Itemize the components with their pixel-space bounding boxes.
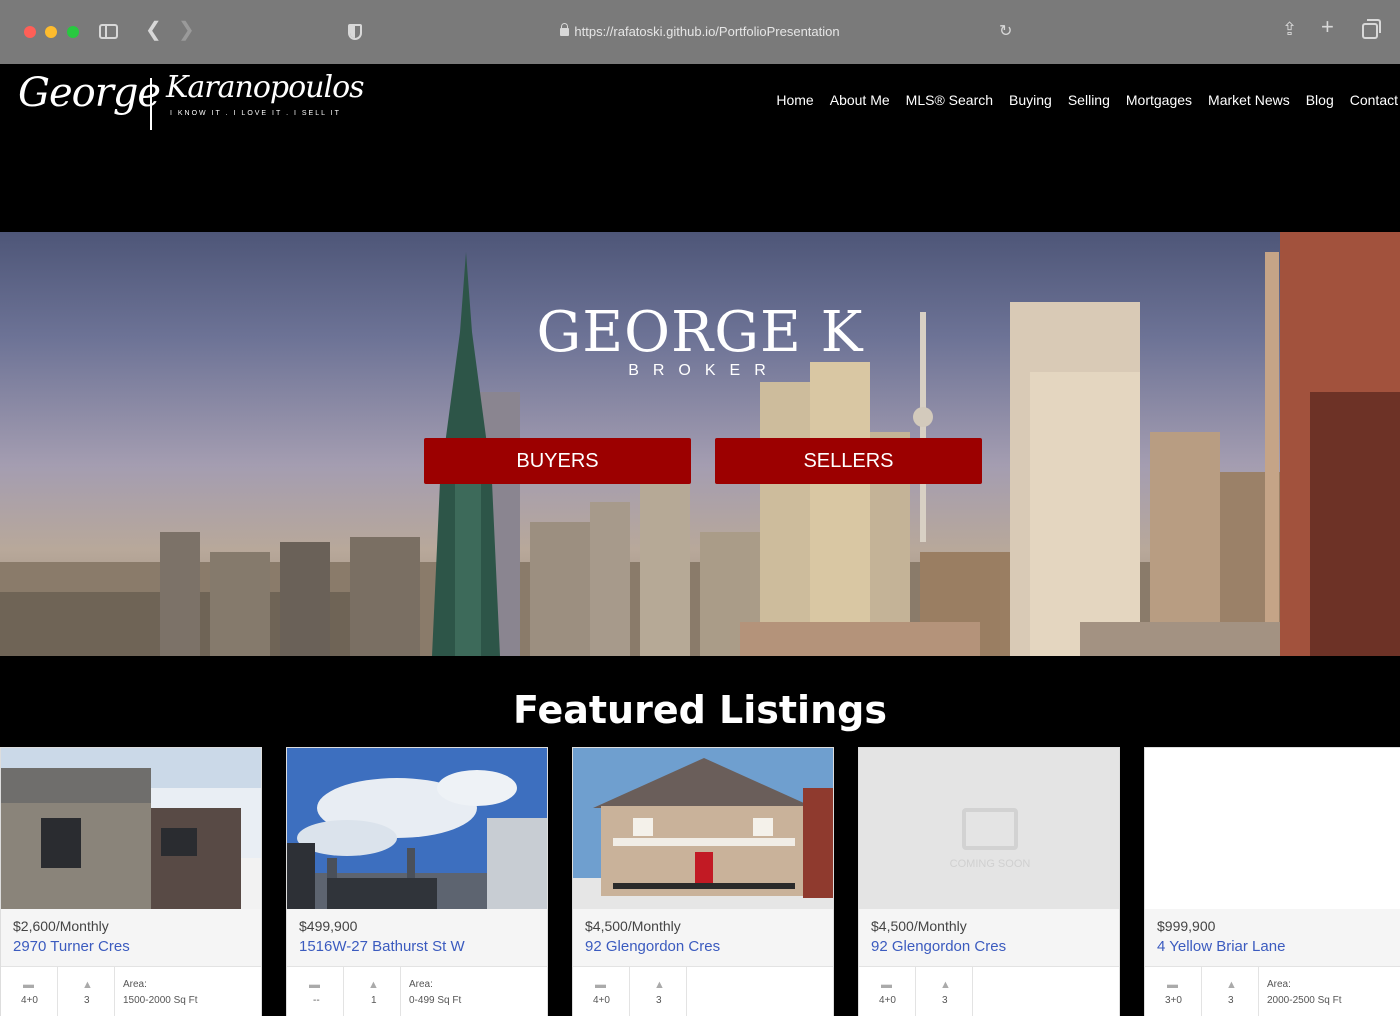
listing-price: $4,500/Monthly (585, 918, 681, 934)
beds-stat: ▬ -- (287, 967, 344, 1016)
logo-tagline: I KNOW IT . I LOVE IT . I SELL IT (170, 110, 341, 117)
logo-last-name: Karanopoulos (166, 70, 365, 105)
listing-price: $499,900 (299, 918, 358, 934)
area-label: Area: (123, 979, 147, 990)
nav-contact[interactable]: Contact (1350, 92, 1398, 108)
listing-stats: ▬ 4+0 ▲ 3 Area: 1500-2000 Sq Ft (1, 966, 261, 1016)
shower-icon: ▲ (940, 979, 951, 991)
bed-icon: ▬ (23, 979, 34, 991)
baths-stat: ▲ 3 (630, 967, 687, 1016)
area-value: 2000-2500 Sq Ft (1267, 995, 1342, 1006)
tab-overview-icon[interactable] (1362, 19, 1381, 39)
beds-stat: ▬ 4+0 (573, 967, 630, 1016)
bed-icon: ▬ (881, 979, 892, 991)
house-photo (1, 748, 261, 909)
listing-stats: ▬ 4+0 ▲ 3 (573, 966, 833, 1016)
hero-subtitle: BROKER (628, 362, 780, 379)
listing-photo[interactable] (1145, 748, 1400, 909)
listing-card[interactable]: $2,600/Monthly 2970 Turner Cres ▬ 4+0 ▲ … (0, 747, 262, 1016)
bed-icon: ▬ (309, 979, 320, 991)
nav-market-news[interactable]: Market News (1208, 92, 1290, 108)
beds-value: 4+0 (593, 995, 610, 1006)
image-placeholder-icon (962, 808, 1018, 850)
listing-address-link[interactable]: 4 Yellow Briar Lane (1157, 938, 1285, 955)
listing-card[interactable]: $499,900 1516W-27 Bathurst St W ▬ -- ▲ 1… (286, 747, 548, 1016)
url-text: https://rafatoski.github.io/PortfolioPre… (574, 24, 840, 39)
shower-icon: ▲ (82, 979, 93, 991)
baths-stat: ▲ 1 (344, 967, 401, 1016)
listing-photo[interactable] (573, 748, 833, 909)
beds-stat: ▬ 4+0 (1, 967, 58, 1016)
area-label: Area: (1267, 979, 1291, 990)
nav-about-me[interactable]: About Me (830, 92, 890, 108)
address-bar[interactable]: https://rafatoski.github.io/PortfolioPre… (0, 23, 1400, 39)
beds-value: -- (313, 995, 320, 1006)
listing-address-link[interactable]: 1516W-27 Bathurst St W (299, 938, 465, 955)
baths-value: 1 (371, 995, 377, 1006)
nav-blog[interactable]: Blog (1306, 92, 1334, 108)
baths-value: 3 (656, 995, 662, 1006)
nav-home[interactable]: Home (776, 92, 813, 108)
listing-card[interactable]: $999,900 4 Yellow Briar Lane ▬ 3+0 ▲ 3 A… (1144, 747, 1400, 1016)
nav-selling[interactable]: Selling (1068, 92, 1110, 108)
shower-icon: ▲ (1226, 979, 1237, 991)
listing-photo-placeholder[interactable]: COMING SOON (859, 748, 1119, 909)
coming-soon-label: COMING SOON (949, 858, 1031, 870)
share-icon[interactable]: ⇪ (1282, 20, 1297, 38)
beds-value: 3+0 (1165, 995, 1182, 1006)
bed-icon: ▬ (595, 979, 606, 991)
area-value: 0-499 Sq Ft (409, 995, 462, 1006)
buyers-button[interactable]: BUYERS (424, 438, 691, 484)
baths-value: 3 (942, 995, 948, 1006)
logo-first-name: George (18, 70, 161, 116)
beds-stat: ▬ 4+0 (859, 967, 916, 1016)
hero-title: GEORGE K (536, 300, 864, 365)
listing-price: $4,500/Monthly (871, 918, 967, 934)
hero-banner: GEORGE K BROKER BUYERS SELLERS (0, 232, 1400, 656)
new-tab-icon[interactable]: + (1321, 16, 1334, 38)
beds-stat: ▬ 3+0 (1145, 967, 1202, 1016)
shower-icon: ▲ (368, 979, 379, 991)
baths-stat: ▲ 3 (1202, 967, 1259, 1016)
reload-icon[interactable]: ↻ (999, 24, 1012, 40)
baths-value: 3 (84, 995, 90, 1006)
beds-value: 4+0 (879, 995, 896, 1006)
listing-address-link[interactable]: 92 Glengordon Cres (871, 938, 1006, 955)
lock-icon (560, 23, 570, 36)
baths-stat: ▲ 3 (916, 967, 973, 1016)
logo-divider (150, 78, 152, 130)
listing-stats: ▬ -- ▲ 1 Area: 0-499 Sq Ft (287, 966, 547, 1016)
shower-icon: ▲ (654, 979, 665, 991)
site-logo[interactable]: George Karanopoulos I KNOW IT . I LOVE I… (18, 70, 365, 132)
beds-value: 4+0 (21, 995, 38, 1006)
browser-toolbar: ❮ ❯ https://rafatoski.github.io/Portfoli… (0, 0, 1400, 64)
listing-card[interactable]: COMING SOON $4,500/Monthly 92 Glengordon… (858, 747, 1120, 1016)
main-nav: Home About Me MLS® Search Buying Selling… (776, 92, 1398, 108)
listing-price: $999,900 (1157, 918, 1216, 934)
listing-stats: ▬ 4+0 ▲ 3 (859, 966, 1119, 1016)
baths-stat: ▲ 3 (58, 967, 115, 1016)
listing-price: $2,600/Monthly (13, 918, 109, 934)
listing-address-link[interactable]: 92 Glengordon Cres (585, 938, 720, 955)
listing-stats: ▬ 3+0 ▲ 3 Area: 2000-2500 Sq Ft (1145, 966, 1400, 1016)
listing-photo[interactable] (1, 748, 261, 909)
area-label: Area: (409, 979, 433, 990)
listing-photo[interactable] (287, 748, 547, 909)
area-value: 1500-2000 Sq Ft (123, 995, 198, 1006)
house-photo (573, 748, 833, 909)
listing-address-link[interactable]: 2970 Turner Cres (13, 938, 130, 955)
city-view-photo (287, 748, 547, 909)
sellers-button[interactable]: SELLERS (715, 438, 982, 484)
city-skyline-image (0, 232, 1400, 656)
listing-card[interactable]: $4,500/Monthly 92 Glengordon Cres ▬ 4+0 … (572, 747, 834, 1016)
baths-value: 3 (1228, 995, 1234, 1006)
nav-buying[interactable]: Buying (1009, 92, 1052, 108)
featured-listings-heading: Featured Listings (513, 688, 887, 732)
bed-icon: ▬ (1167, 979, 1178, 991)
nav-mortgages[interactable]: Mortgages (1126, 92, 1192, 108)
website: George Karanopoulos I KNOW IT . I LOVE I… (0, 64, 1400, 1016)
nav-mls-search[interactable]: MLS® Search (906, 92, 993, 108)
